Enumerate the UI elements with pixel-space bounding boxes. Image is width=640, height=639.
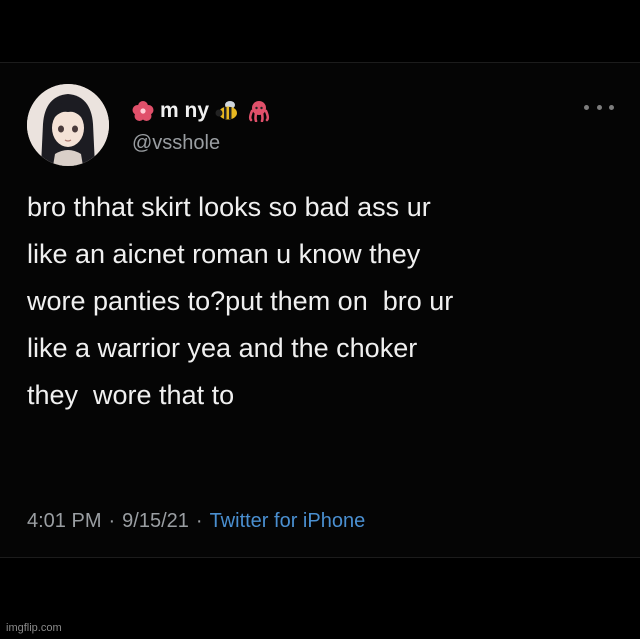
separator: ·: [108, 510, 116, 532]
octopus-icon: [247, 100, 271, 122]
separator: ·: [195, 510, 203, 532]
display-name: m ny: [160, 99, 210, 122]
bee-icon: [215, 100, 241, 122]
avatar-image: [27, 84, 109, 166]
tweet-text: bro thhat skirt looks so bad ass ur like…: [27, 184, 612, 419]
tweet-metadata: 4:01 PM · 9/15/21 · Twitter for iPhone: [27, 510, 365, 533]
tweet-text-line: like an aicnet roman u know they: [27, 239, 421, 269]
tweet-time[interactable]: 4:01 PM: [27, 510, 101, 533]
tweet-text-line: they wore that to: [27, 380, 235, 410]
tweet-source-link[interactable]: Twitter for iPhone: [210, 510, 366, 533]
display-name-row[interactable]: m ny: [132, 96, 271, 126]
tweet-date[interactable]: 9/15/21: [122, 510, 189, 533]
tweet-text-line: wore panties to?put them on bro ur: [27, 286, 454, 316]
tweet-text-line: like a warrior yea and the choker: [27, 333, 418, 363]
watermark: imgflip.com: [6, 622, 62, 634]
user-handle[interactable]: @vsshole: [132, 132, 220, 155]
tweet-text-line: bro thhat skirt looks so bad ass ur: [27, 192, 431, 222]
avatar[interactable]: [27, 84, 109, 166]
hibiscus-icon: [132, 100, 154, 122]
more-options-icon[interactable]: [584, 100, 614, 114]
